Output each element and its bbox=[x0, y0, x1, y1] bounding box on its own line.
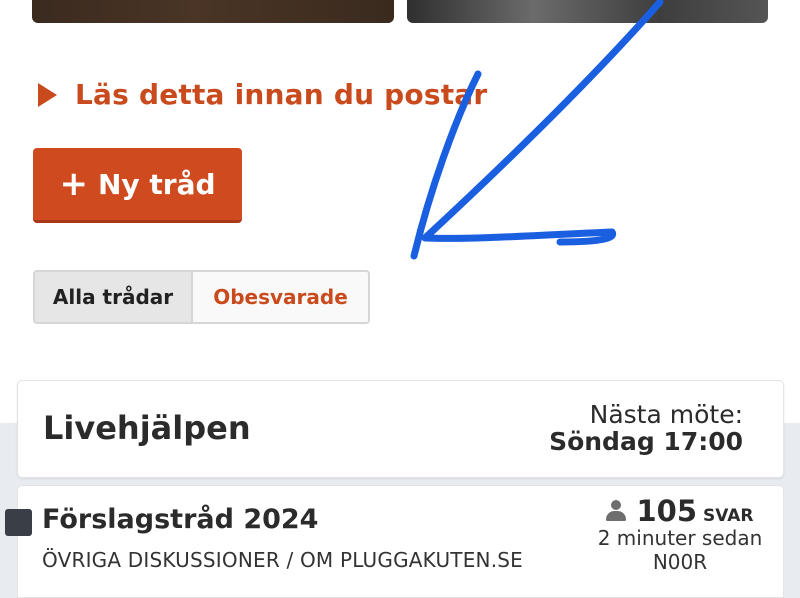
reply-count: 105 bbox=[636, 494, 698, 528]
thread-title[interactable]: Förslagstråd 2024 bbox=[42, 504, 318, 535]
thread-filter-tabs: Alla trådar Obesvarade bbox=[33, 270, 370, 324]
new-thread-button[interactable]: + Ny tråd bbox=[33, 148, 242, 223]
caret-right-icon bbox=[38, 82, 57, 107]
status-square-icon bbox=[5, 509, 32, 536]
user-icon bbox=[606, 500, 627, 522]
last-post-author[interactable]: N00R bbox=[590, 550, 770, 574]
top-image-right[interactable] bbox=[407, 0, 768, 23]
last-post-time: 2 minuter sedan bbox=[597, 526, 763, 550]
reply-label: SVAR bbox=[703, 506, 754, 526]
next-meeting-label: Nästa möte: bbox=[589, 400, 743, 429]
thread-category[interactable]: ÖVRIGA DISKUSSIONER / OM PLUGGAKUTEN.SE bbox=[42, 548, 523, 572]
next-meeting-time: Söndag 17:00 bbox=[549, 427, 743, 456]
reply-count-row: 105 SVAR bbox=[590, 494, 770, 528]
top-image-left[interactable] bbox=[32, 0, 394, 23]
plus-icon: + bbox=[59, 164, 88, 204]
read-before-posting-link[interactable]: Läs detta innan du postar bbox=[38, 78, 487, 111]
live-help-title: Livehjälpen bbox=[43, 409, 251, 447]
live-help-card[interactable]: Livehjälpen Nästa möte: Söndag 17:00 bbox=[17, 380, 784, 478]
tab-all-threads[interactable]: Alla trådar bbox=[35, 272, 193, 322]
tab-unanswered[interactable]: Obesvarade bbox=[193, 272, 368, 322]
thread-meta: 105 SVAR 2 minuter sedan N00R bbox=[590, 494, 770, 574]
new-thread-label: Ny tråd bbox=[97, 167, 216, 201]
read-before-posting-label: Läs detta innan du postar bbox=[75, 78, 488, 111]
